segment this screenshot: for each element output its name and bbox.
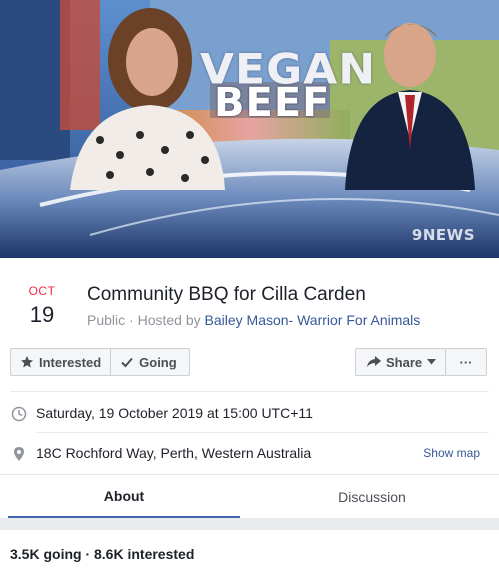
clock-icon — [11, 406, 27, 422]
rsvp-button-group: Interested Going — [10, 348, 190, 376]
event-subtitle: Public · Hosted by Bailey Mason- Warrior… — [87, 312, 420, 328]
star-icon — [21, 356, 33, 368]
going-label: Going — [139, 354, 177, 370]
attendance-stats[interactable]: 3.5K going · 8.6K interested — [10, 546, 194, 562]
checkmark-icon — [121, 357, 133, 368]
interested-label: Interested — [39, 354, 102, 370]
chevron-down-icon — [427, 359, 437, 365]
event-tabs: About Discussion — [0, 474, 499, 519]
event-month: OCT — [28, 284, 56, 298]
section-separator — [0, 518, 499, 530]
share-button[interactable]: Share — [355, 348, 446, 376]
host-link[interactable]: Bailey Mason- Warrior For Animals — [205, 312, 421, 328]
share-label: Share — [386, 354, 423, 370]
event-datetime[interactable]: Saturday, 19 October 2019 at 15:00 UTC+1… — [36, 405, 313, 421]
divider — [10, 391, 489, 392]
event-day: 19 — [29, 302, 55, 327]
event-title: Community BBQ for Cilla Carden — [87, 284, 366, 305]
channel-logo: 9NEWS — [411, 226, 475, 244]
event-privacy: Public — [87, 312, 126, 328]
event-date-badge: OCT 19 — [24, 284, 60, 328]
interested-button[interactable]: Interested — [11, 349, 110, 375]
tab-discussion[interactable]: Discussion — [248, 475, 496, 519]
more-options-button[interactable]: ··· — [445, 348, 487, 376]
event-location[interactable]: 18C Rochford Way, Perth, Western Austral… — [36, 445, 311, 461]
share-arrow-icon — [367, 356, 381, 367]
cover-scene — [0, 0, 499, 258]
hosted-by-prefix: · Hosted by — [125, 312, 205, 328]
going-button[interactable]: Going — [110, 349, 186, 375]
location-pin-icon — [14, 447, 24, 461]
tab-about[interactable]: About — [8, 475, 240, 519]
divider — [36, 432, 489, 433]
show-map-link[interactable]: Show map — [423, 446, 480, 460]
cover-headline-line2: BEEF — [214, 80, 331, 126]
more-options-label: ··· — [459, 354, 473, 370]
event-cover-photo[interactable]: VEGAN BEEF 9NEWS — [0, 0, 499, 258]
